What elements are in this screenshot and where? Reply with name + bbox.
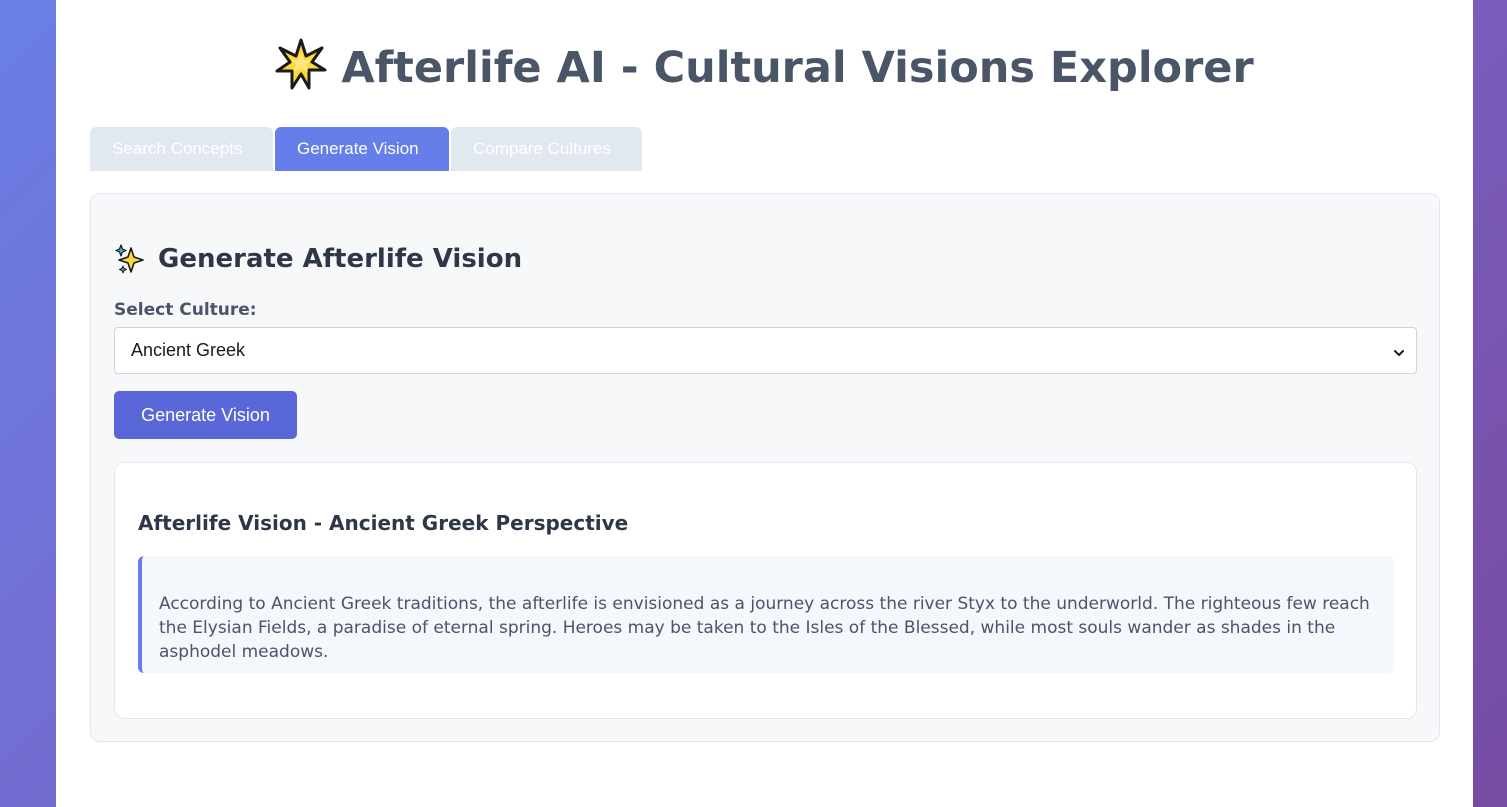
tab-generate-vision[interactable]: Generate Vision [275,127,449,171]
sparkles-icon [114,242,148,276]
chevron-down-icon [1392,344,1406,358]
section-title-text: Generate Afterlife Vision [158,244,523,274]
result-text: According to Ancient Greek traditions, t… [138,556,1394,673]
result-title: Afterlife Vision - Ancient Greek Perspec… [138,511,629,535]
main-container: Afterlife AI - Cultural Visions Explorer… [56,0,1473,807]
culture-label: Select Culture: [114,300,257,320]
generate-vision-button[interactable]: Generate Vision [114,391,297,439]
page-title: Afterlife AI - Cultural Visions Explorer [56,38,1473,93]
page-title-text: Afterlife AI - Cultural Visions Explorer [341,43,1254,93]
tab-compare-cultures[interactable]: Compare Cultures [451,127,642,171]
section-title: Generate Afterlife Vision [114,242,522,276]
generate-panel: Generate Afterlife Vision Select Culture… [90,193,1440,742]
culture-select-value: Ancient Greek [131,340,246,360]
glowing-star-icon [275,38,327,90]
vision-result-card: Afterlife Vision - Ancient Greek Perspec… [114,462,1417,719]
culture-select[interactable]: Ancient Greek [114,327,1417,374]
tab-bar: Search Concepts Generate Vision Compare … [90,127,642,171]
tab-search-concepts[interactable]: Search Concepts [90,127,273,171]
